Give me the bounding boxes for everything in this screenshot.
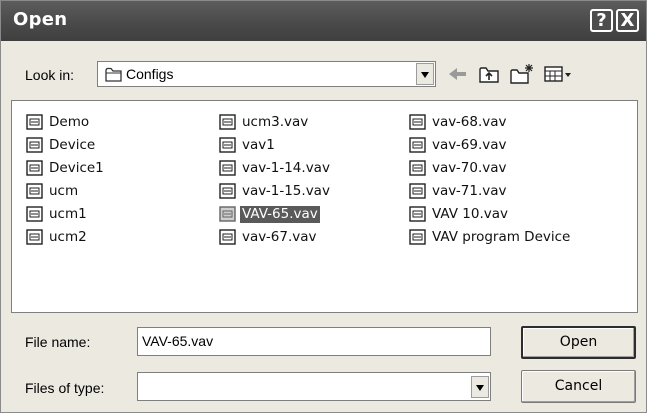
file-icon [219, 206, 236, 222]
title-bar[interactable]: Open ? X [1, 1, 646, 41]
file-icon [219, 229, 236, 245]
files-of-type-chevron-down-icon[interactable] [471, 376, 489, 398]
file-icon [409, 206, 426, 222]
file-icon [26, 137, 43, 153]
file-list[interactable]: Demo Device Device1 ucm ucm1 ucm2 ucm3.v… [11, 100, 638, 313]
files-of-type-dropdown[interactable] [137, 372, 491, 401]
file-icon [26, 183, 43, 199]
cancel-button[interactable]: Cancel [521, 370, 636, 403]
file-name-label: vav-69.vav [432, 137, 507, 153]
look-in-label: Look in: [25, 67, 75, 83]
view-menu-icon[interactable] [543, 63, 573, 85]
file-icon [219, 160, 236, 176]
file-name-label: Device1 [49, 160, 104, 176]
file-name-label: vav-1-14.vav [242, 160, 330, 176]
files-of-type-label: Files of type: [25, 380, 105, 396]
up-one-level-icon[interactable] [477, 63, 501, 85]
file-name-label: Device [49, 137, 96, 153]
file-name-label: vav-71.vav [432, 183, 507, 199]
file-name-label: vav-68.vav [432, 114, 507, 130]
file-icon [409, 114, 426, 130]
file-name-label: vav1 [242, 137, 275, 153]
close-button[interactable]: X [616, 9, 639, 32]
file-name-label: vav-70.vav [432, 160, 507, 176]
file-name-label: File name: [25, 334, 91, 350]
file-icon [409, 160, 426, 176]
open-dialog: Open ? X Look in: Configs Demo Device De… [0, 0, 647, 413]
look-in-value: Configs [126, 66, 174, 82]
look-in-chevron-down-icon[interactable] [416, 63, 434, 85]
dialog-title: Open [13, 9, 68, 30]
open-button[interactable]: Open [521, 326, 636, 359]
file-icon [409, 137, 426, 153]
file-icon [219, 114, 236, 130]
file-icon [26, 114, 43, 130]
file-name-label: VAV program Device [432, 229, 571, 245]
new-folder-icon[interactable] [509, 63, 535, 85]
file-icon [409, 229, 426, 245]
file-name-label: ucm [49, 183, 79, 199]
file-icon [219, 183, 236, 199]
look-in-dropdown[interactable]: Configs [97, 61, 436, 87]
file-name-label: ucm1 [49, 206, 87, 222]
file-name-label: Demo [49, 114, 90, 130]
file-icon [26, 229, 43, 245]
file-icon [26, 160, 43, 176]
file-icon [26, 206, 43, 222]
file-name-label: ucm3.vav [242, 114, 309, 130]
folder-icon [105, 67, 122, 82]
file-name-label: vav-1-15.vav [242, 183, 330, 199]
file-name-label: ucm2 [49, 229, 87, 245]
file-name-label: VAV-65.vav [240, 206, 320, 223]
help-button[interactable]: ? [590, 9, 613, 32]
back-arrow-icon[interactable] [446, 63, 470, 85]
file-name-input[interactable]: VAV-65.vav [137, 327, 491, 356]
file-name-label: VAV 10.vav [432, 206, 508, 222]
file-icon [409, 183, 426, 199]
file-icon [219, 137, 236, 153]
file-name-label: vav-67.vav [242, 229, 317, 245]
